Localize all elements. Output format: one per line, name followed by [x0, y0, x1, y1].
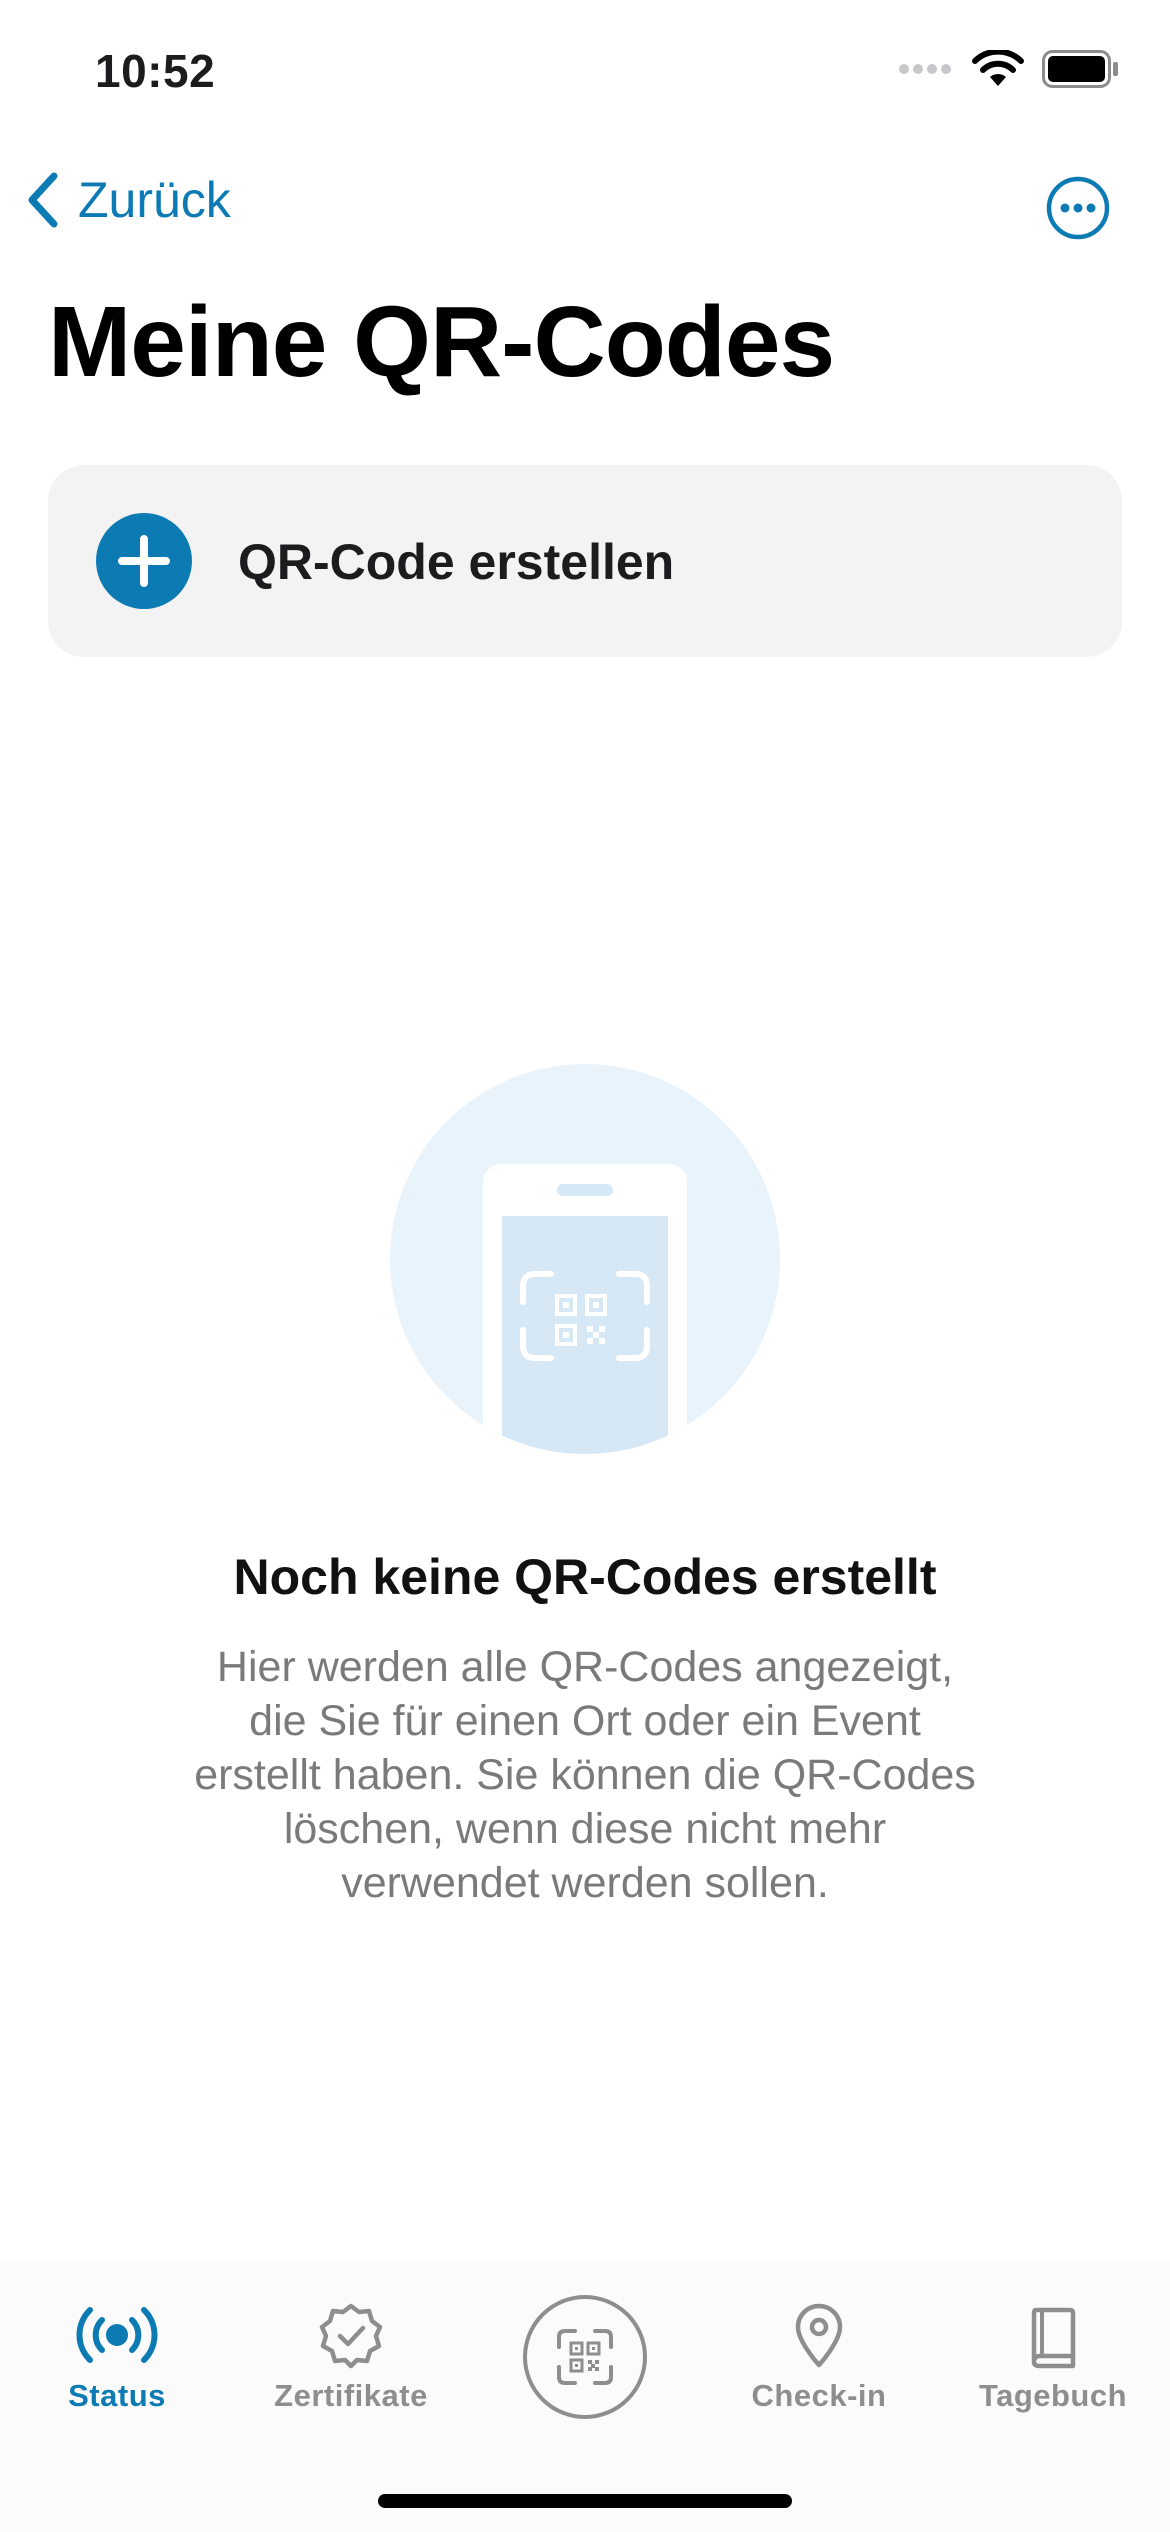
tab-status[interactable]: Status — [0, 2300, 234, 2414]
more-options-icon[interactable] — [1046, 176, 1110, 240]
tab-status-label: Status — [68, 2378, 166, 2413]
broadcast-icon — [76, 2307, 158, 2363]
empty-state-title: Noch keine QR-Codes erstellt — [233, 1549, 937, 1605]
certificate-badge-icon — [319, 2303, 383, 2369]
navigation-bar: Zurück — [0, 160, 1170, 260]
tab-zertifikate-label: Zertifikate — [274, 2378, 428, 2413]
empty-state-description-line: die Sie für einen Ort oder ein Event — [249, 1697, 921, 1745]
back-button[interactable]: Zurück — [24, 170, 231, 230]
status-icons — [898, 50, 1120, 88]
empty-state-description: Hier werden alle QR-Codes angezeigt, die… — [150, 1640, 1020, 1910]
wifi-icon — [972, 50, 1024, 86]
plus-icon — [96, 513, 192, 609]
status-time: 10:52 — [95, 45, 216, 97]
page-title: Meine QR-Codes — [48, 286, 835, 398]
battery-icon — [1042, 50, 1118, 88]
status-bar: 10:52 — [0, 0, 1170, 140]
tab-zertifikate[interactable]: Zertifikate — [234, 2300, 468, 2414]
create-qr-code-label: QR-Code erstellen — [238, 534, 675, 590]
signal-icon — [899, 64, 951, 74]
tab-bar: Status Zertifikate Check-in Tagebuch — [0, 2262, 1170, 2532]
tab-tagebuch[interactable]: Tagebuch — [936, 2300, 1170, 2414]
tab-tagebuch-label: Tagebuch — [978, 2378, 1128, 2413]
location-pin-icon — [795, 2303, 843, 2368]
back-label: Zurück — [78, 172, 231, 228]
tab-check-in[interactable]: Check-in — [702, 2300, 936, 2414]
empty-state-description-line: Hier werden alle QR-Codes angezeigt, — [216, 1643, 954, 1691]
empty-state-description-line: löschen, wenn diese nicht mehr — [283, 1805, 887, 1853]
book-icon — [1031, 2307, 1076, 2369]
chevron-left-icon — [28, 172, 58, 228]
qr-scan-button[interactable] — [523, 2295, 647, 2419]
qr-scan-icon — [557, 2329, 613, 2385]
tab-check-in-label: Check-in — [751, 2378, 887, 2413]
empty-state-description-line: verwendet werden sollen. — [341, 1859, 829, 1907]
create-qr-code-button[interactable]: QR-Code erstellen — [48, 465, 1122, 657]
home-indicator — [378, 2494, 792, 2508]
empty-state-description-line: erstellt haben. Sie können die QR-Codes — [194, 1751, 976, 1799]
phone-qr-illustration-icon — [390, 1064, 780, 1454]
